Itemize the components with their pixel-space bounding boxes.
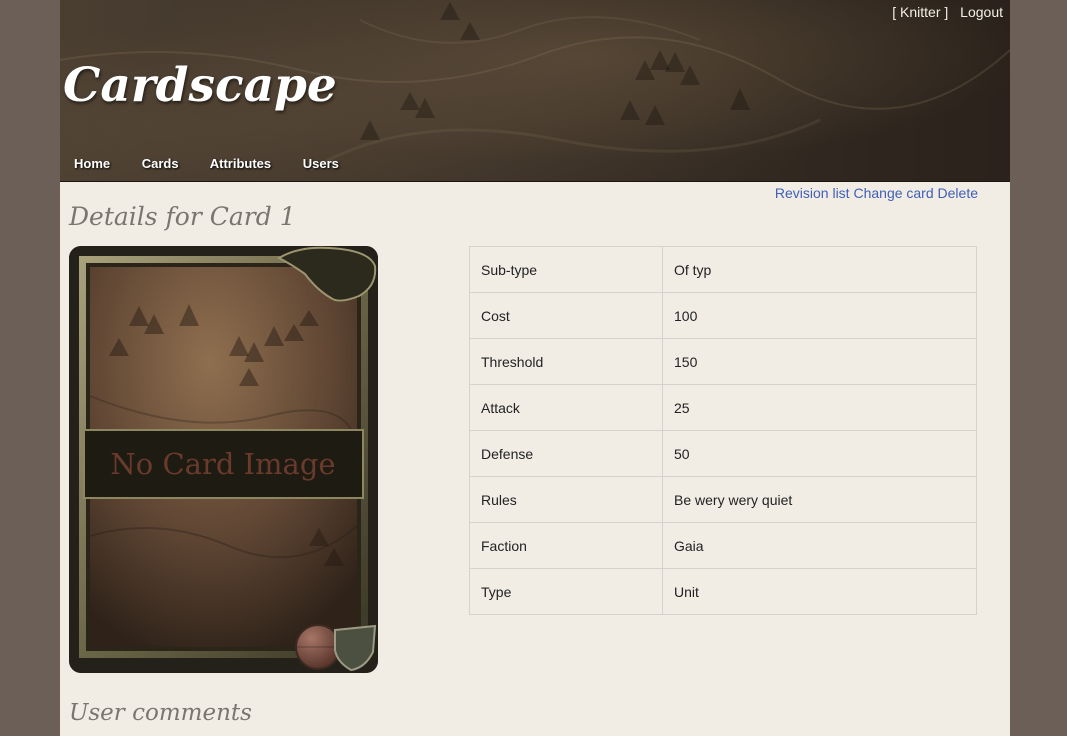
user-bar: [ Knitter ] Logout	[884, 4, 1003, 20]
nav-item-users[interactable]: Users	[303, 156, 339, 171]
attribute-key: Sub-type	[469, 246, 663, 293]
site-logo[interactable]: Cardscape	[63, 58, 337, 113]
table-row: Threshold 150	[469, 338, 977, 385]
attribute-value: Of typ	[662, 246, 977, 293]
logout-link[interactable]: Logout	[960, 4, 1003, 20]
header-banner: [ Knitter ] Logout Cardscape Home Cards …	[60, 0, 1010, 182]
attribute-key: Cost	[469, 292, 663, 339]
comments-heading: User comments	[69, 700, 252, 726]
attribute-value: 150	[662, 338, 977, 385]
attribute-key: Faction	[469, 522, 663, 569]
nav-item-attributes[interactable]: Attributes	[210, 156, 271, 171]
attributes-table: Sub-type Of typ Cost 100 Threshold 150 A…	[469, 246, 977, 615]
attribute-value: 100	[662, 292, 977, 339]
revision-list-link[interactable]: Revision list	[775, 185, 850, 201]
card-actions: Revision list Change card Delete	[775, 185, 978, 201]
attribute-value: Gaia	[662, 522, 977, 569]
attribute-key: Threshold	[469, 338, 663, 385]
nav-item-home[interactable]: Home	[74, 156, 110, 171]
attribute-key: Attack	[469, 384, 663, 431]
delete-link[interactable]: Delete	[938, 185, 978, 201]
attribute-value: Unit	[662, 568, 977, 615]
attribute-key: Rules	[469, 476, 663, 523]
attribute-key: Defense	[469, 430, 663, 477]
nav-item-cards[interactable]: Cards	[142, 156, 179, 171]
table-row: Cost 100	[469, 292, 977, 339]
page-title: Details for Card 1	[69, 202, 296, 231]
card-placeholder-text: No Card Image	[110, 447, 335, 481]
table-row: Rules Be wery wery quiet	[469, 476, 977, 523]
page-container: [ Knitter ] Logout Cardscape Home Cards …	[60, 0, 1010, 736]
table-row: Attack 25	[469, 384, 977, 431]
attribute-key: Type	[469, 568, 663, 615]
table-row: Type Unit	[469, 568, 977, 615]
change-card-link[interactable]: Change card	[853, 185, 933, 201]
attribute-value: Be wery wery quiet	[662, 476, 977, 523]
table-row: Faction Gaia	[469, 522, 977, 569]
username-link[interactable]: [ Knitter ]	[892, 4, 948, 20]
attribute-value: 25	[662, 384, 977, 431]
table-row: Sub-type Of typ	[469, 246, 977, 293]
main-nav: Home Cards Attributes Users	[74, 156, 367, 171]
attribute-value: 50	[662, 430, 977, 477]
table-row: Defense 50	[469, 430, 977, 477]
card-image-placeholder: No Card Image	[69, 246, 378, 673]
